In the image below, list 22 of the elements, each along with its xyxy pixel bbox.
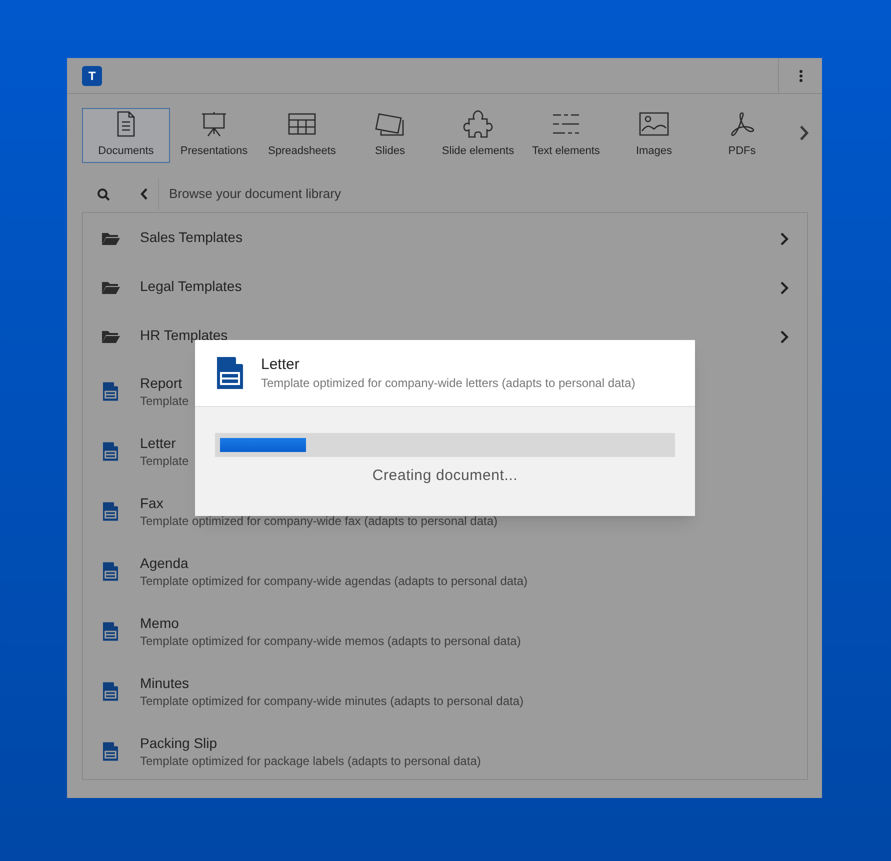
item-title: Packing Slip (140, 734, 218, 752)
item-title: Sales Templates (140, 228, 242, 246)
item-title: Minutes (140, 674, 190, 692)
item-title: HR Templates (140, 326, 228, 344)
item-description: Template optimized for company-wide fax (adapts to personal data) (140, 512, 498, 528)
item-description: Template optimized for company-wide memos (adapts to personal data) (140, 632, 521, 648)
item-title: Legal Templates (140, 276, 242, 296)
item-description: Template optimized for company-wide agendas (adapts to personal data) (140, 572, 528, 588)
item-title: Memo (140, 614, 179, 632)
status-text: Creating document... (372, 466, 518, 486)
app-logo: T (82, 66, 102, 86)
dialog-description: Template optimized for company-wide letters (adapts to personal data) (261, 375, 636, 391)
item-description: Template (140, 452, 189, 468)
dialog-title: Letter (261, 355, 300, 375)
item-title: Agenda (140, 554, 188, 572)
item-description: Template optimized for company-wide minutes (adapts to personal data) (140, 692, 524, 708)
item-description: Template (140, 392, 189, 408)
item-title: Fax (140, 494, 164, 512)
item-title: Report (140, 374, 182, 392)
item-description: Template optimized for package labels (adapts to personal data) (140, 752, 481, 768)
item-title: Letter (140, 434, 176, 452)
breadcrumb-text: Browse your document library (169, 185, 341, 204)
